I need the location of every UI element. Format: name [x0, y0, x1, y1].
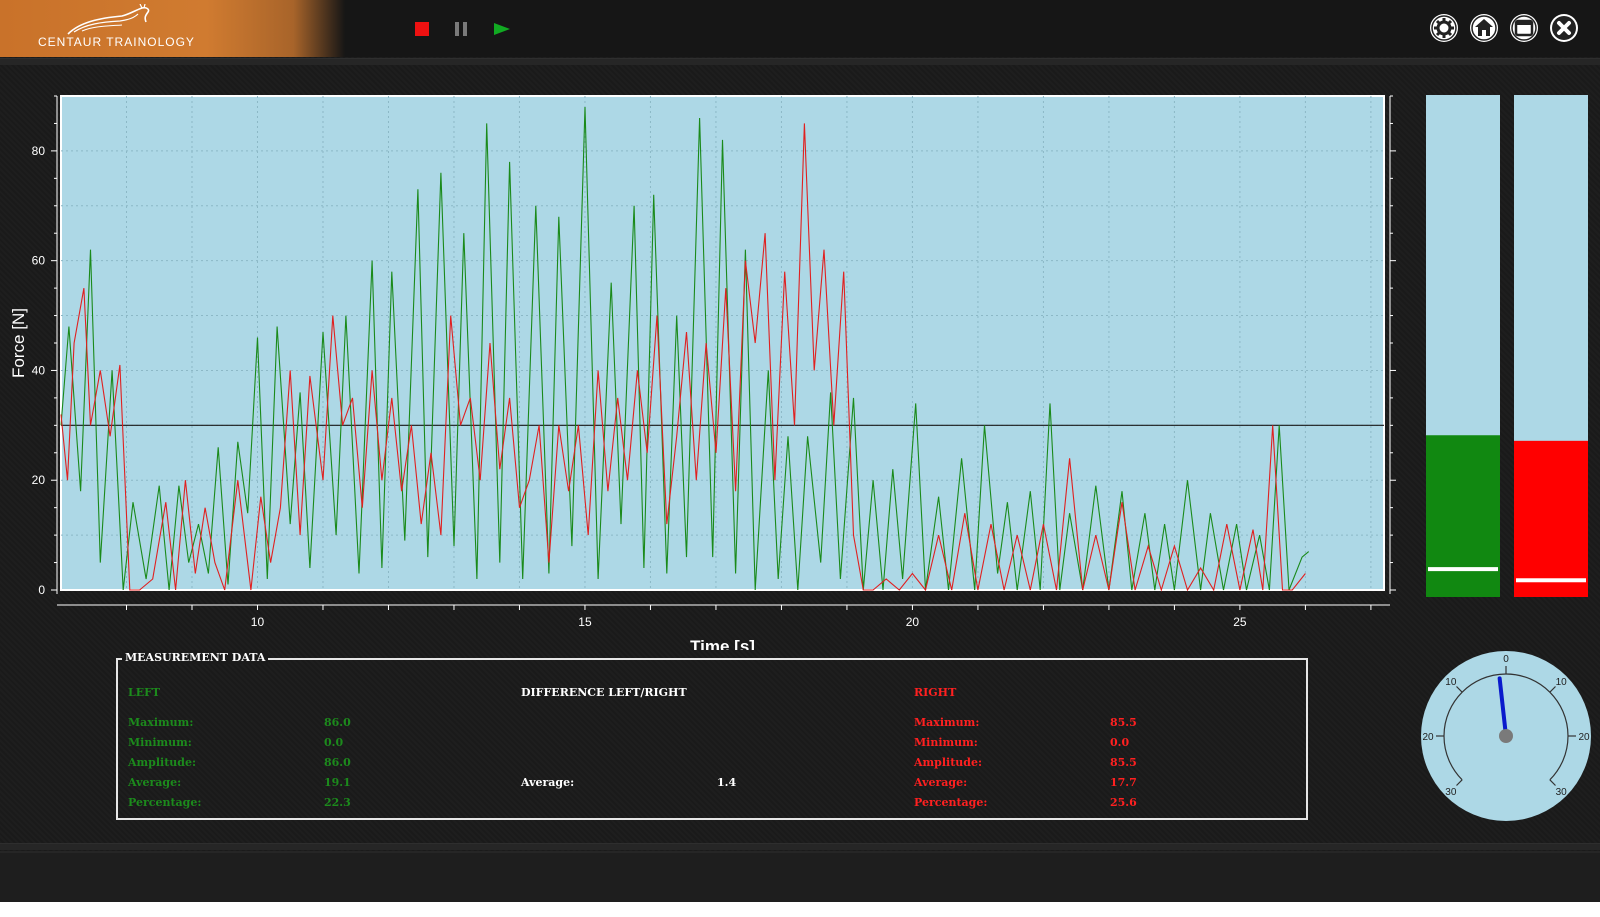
- diff-header: DIFFERENCE LEFT/RIGHT: [521, 686, 687, 699]
- close-button[interactable]: [1548, 12, 1580, 44]
- x-tick-label: 15: [578, 615, 592, 629]
- y-tick-label: 40: [32, 363, 46, 377]
- right-pct-value: 25.6: [1110, 796, 1137, 809]
- home-button[interactable]: [1468, 12, 1500, 44]
- y-tick-label: 60: [32, 254, 46, 268]
- brand-name: CENTAUR TRAINOLOGY: [38, 35, 195, 49]
- x-tick-label: 20: [906, 615, 920, 629]
- diff-avg-label: Average:: [521, 776, 575, 789]
- gauge-label: 20: [1578, 732, 1590, 743]
- measurement-panel: MEASUREMENT DATA LEFT Maximum: 86.0 Mini…: [116, 651, 1308, 820]
- y-tick-label: 0: [38, 583, 45, 597]
- gauge-label: 0: [1503, 654, 1509, 665]
- bottom-separator: [0, 843, 1600, 850]
- right-avg-label: Average:: [914, 776, 968, 789]
- left-min-value: 0.0: [324, 736, 344, 749]
- play-button[interactable]: [490, 18, 512, 40]
- difference-gauge: 0 10 20 30 10 20 30: [1421, 651, 1591, 821]
- diff-avg-value: 1.4: [717, 776, 737, 789]
- bar-fill-right: [1514, 440, 1588, 597]
- left-max-value: 86.0: [324, 716, 351, 729]
- stop-button[interactable]: [411, 18, 433, 40]
- gauge-label: 30: [1556, 787, 1568, 798]
- top-bar: CENTAUR TRAINOLOGY: [0, 0, 1600, 57]
- right-max-label: Maximum:: [914, 716, 980, 729]
- x-axis-ticks: 10 15 20 25: [57, 604, 1390, 629]
- gauge-hub: [1499, 729, 1513, 743]
- footer-bar: [0, 851, 1600, 902]
- gauge-label: 10: [1445, 677, 1457, 688]
- right-avg-value: 17.7: [1110, 776, 1137, 789]
- gauge-label: 20: [1422, 732, 1434, 743]
- force-chart: 10152025 002020404060608080 Time [s] For…: [9, 95, 1396, 650]
- bar-marker-left: [1428, 567, 1498, 572]
- measurement-title: MEASUREMENT DATA: [122, 651, 269, 664]
- gauge-label: 10: [1556, 677, 1568, 688]
- left-pct-value: 22.3: [324, 796, 351, 809]
- left-pct-label: Percentage:: [128, 796, 202, 809]
- app-window: CENTAUR TRAINOLOGY 10 15 20 25 0 20 40 6…: [0, 0, 1600, 902]
- x-tick-label: 10: [251, 615, 265, 629]
- left-amp-label: Amplitude:: [128, 756, 197, 769]
- bar-marker-right: [1516, 578, 1586, 583]
- settings-button[interactable]: [1428, 12, 1460, 44]
- top-separator: [0, 58, 1600, 65]
- pause-button[interactable]: [450, 18, 472, 40]
- right-amp-value: 85.5: [1110, 756, 1137, 769]
- y-tick-label: 80: [32, 144, 46, 158]
- x-tick-label: 25: [1233, 615, 1247, 629]
- left-max-label: Maximum:: [128, 716, 194, 729]
- left-min-label: Minimum:: [128, 736, 192, 749]
- left-amp-value: 86.0: [324, 756, 351, 769]
- left-avg-label: Average:: [128, 776, 182, 789]
- y-tick-label: 20: [32, 473, 46, 487]
- right-min-label: Minimum:: [914, 736, 978, 749]
- right-amp-label: Amplitude:: [914, 756, 983, 769]
- force-bars: [1426, 95, 1588, 597]
- y-axis-label: Force [N]: [9, 308, 28, 378]
- right-max-value: 85.5: [1110, 716, 1137, 729]
- window-button[interactable]: [1508, 12, 1540, 44]
- gauge-label: 30: [1445, 787, 1457, 798]
- right-min-value: 0.0: [1110, 736, 1130, 749]
- horse-logo-icon: [67, 4, 150, 35]
- brand-logo: CENTAUR TRAINOLOGY: [0, 0, 345, 57]
- right-pct-label: Percentage:: [914, 796, 988, 809]
- bar-fill-left: [1426, 435, 1500, 597]
- right-header: RIGHT: [914, 686, 957, 699]
- x-axis-label: Time [s]: [690, 637, 755, 650]
- left-header: LEFT: [128, 686, 161, 699]
- left-avg-value: 19.1: [324, 776, 351, 789]
